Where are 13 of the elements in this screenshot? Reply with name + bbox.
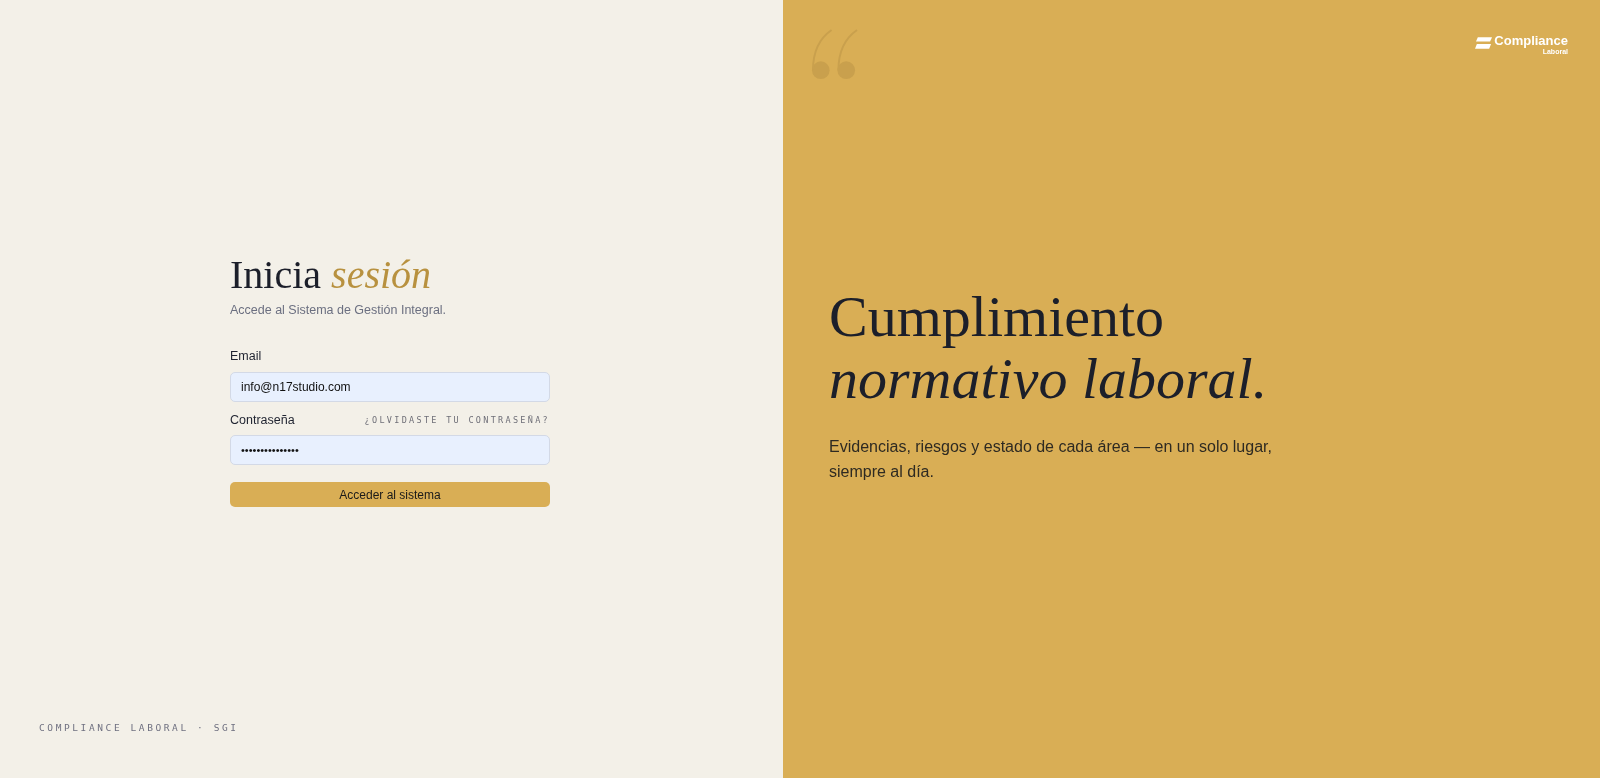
email-field[interactable]: info@n17studio.com [230, 371, 550, 402]
login-button[interactable]: Acceder al sistema [230, 482, 550, 508]
hero-heading: Cumplimiento normativo laboral. [829, 286, 1268, 410]
email-label: Email [230, 347, 262, 365]
login-title: Inicia sesión [230, 252, 432, 298]
password-label: Contraseña [230, 411, 295, 429]
logo-stripes-icon [1475, 37, 1493, 49]
logo-name: Compliance [1494, 34, 1568, 48]
password-field[interactable]: ••••••••••••••• [230, 435, 550, 466]
footer-text: COMPLIANCE LABORAL · SGI [39, 722, 239, 733]
forgot-password-link[interactable]: ¿OLVIDASTE TU CONTRASEÑA? [364, 413, 550, 427]
login-subtitle: Accede al Sistema de Gestión Integral. [230, 302, 447, 319]
hero-description: Evidencias, riesgos y estado de cada área — en un solo lugar, siempre al día. [829, 437, 1273, 482]
